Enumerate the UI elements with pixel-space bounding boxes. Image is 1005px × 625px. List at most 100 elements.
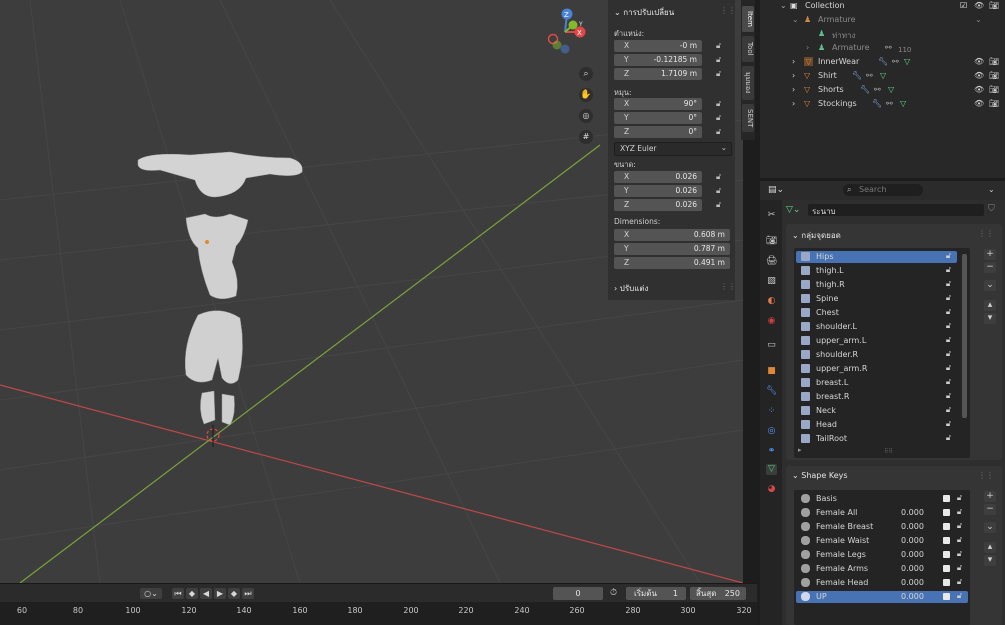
play-icon[interactable]: ▶ <box>214 588 226 599</box>
list-item[interactable]: UP 0.000 🔓︎ <box>796 591 968 603</box>
drag-handle-icon[interactable]: ⋮⋮ <box>978 471 994 480</box>
list-item[interactable]: upper_arm.R 🔓︎ <box>796 363 957 375</box>
list-scrollbar[interactable] <box>962 254 967 418</box>
list-item[interactable]: shoulder.R 🔓︎ <box>796 349 957 361</box>
list-item[interactable]: Spine 🔓︎ <box>796 293 957 305</box>
specials-dropdown[interactable]: ⌄ <box>984 280 996 291</box>
physics-tab-icon[interactable]: ◎ <box>766 426 777 437</box>
collection-tab-icon[interactable]: ▭ <box>766 340 777 351</box>
list-item[interactable]: Female Arms 0.000 🔓︎ <box>796 563 968 575</box>
move-down-button[interactable]: ▾ <box>984 555 996 566</box>
list-item[interactable]: Female Waist 0.000 🔓︎ <box>796 535 968 547</box>
list-item[interactable]: shoulder.L 🔓︎ <box>796 321 957 333</box>
custom-properties-section-header[interactable]: › ปรับแต่ง <box>614 282 648 295</box>
rotation-z-field[interactable]: Z 0° <box>614 126 702 138</box>
outliner-row[interactable]: ⌄ ♟ Armature ⌄ <box>760 14 1005 27</box>
list-item[interactable]: Female All 0.000 🔓︎ <box>796 507 968 519</box>
current-frame-field[interactable]: 0 <box>553 587 603 600</box>
list-item[interactable]: upper_arm.L 🔓︎ <box>796 335 957 347</box>
move-up-button[interactable]: ▴ <box>984 300 996 311</box>
list-item[interactable]: Chest 🔓︎ <box>796 307 957 319</box>
lock-icon[interactable]: 🔓︎ <box>716 113 724 122</box>
world-tab-icon[interactable]: ◉ <box>766 316 777 327</box>
modifier-tab-icon[interactable]: 🔧︎ <box>766 386 777 397</box>
scale-y-field[interactable]: Y 0.026 <box>614 185 702 197</box>
lock-icon[interactable]: 🔓︎ <box>716 69 724 78</box>
add-button[interactable]: + <box>984 249 996 260</box>
output-tab-icon[interactable]: 🖨︎ <box>766 256 777 267</box>
list-item[interactable]: Female Breast 0.000 🔓︎ <box>796 521 968 533</box>
list-item[interactable]: thigh.L 🔓︎ <box>796 265 957 277</box>
mesh-name-field[interactable]: ระนาบ <box>808 204 984 216</box>
dimensions-x-field[interactable]: X 0.608 m <box>614 229 730 241</box>
tab-sent[interactable]: SENT <box>742 104 754 132</box>
lock-icon[interactable]: 🔓︎ <box>716 99 724 108</box>
lock-icon[interactable]: 🔓︎ <box>716 41 724 50</box>
navigation-gizmo[interactable]: Z X Y <box>535 5 595 65</box>
lock-icon[interactable]: 🔓︎ <box>716 186 724 195</box>
next-keyframe-icon[interactable]: ◆ <box>228 588 240 599</box>
dimensions-y-field[interactable]: Y 0.787 m <box>614 243 730 255</box>
tab-view[interactable]: มุมมอง <box>742 66 754 100</box>
outliner-row[interactable]: › ▽ Stockings 🔧︎ ⚯ ▽ 👁︎ 📷︎ <box>760 98 1005 111</box>
dimensions-z-field[interactable]: Z 0.491 m <box>614 257 730 269</box>
lock-icon[interactable]: 🔓︎ <box>716 127 724 136</box>
pan-hand-icon[interactable]: ✋ <box>579 88 593 102</box>
scale-z-field[interactable]: Z 0.026 <box>614 199 702 211</box>
timeline-ruler[interactable]: 60 80 100 120 140 160 180 200 220 240 26… <box>0 602 757 625</box>
data-tab-icon[interactable]: ▽ <box>766 464 777 475</box>
remove-button[interactable]: − <box>984 262 996 273</box>
lock-icon[interactable]: 🔓︎ <box>716 200 724 209</box>
move-up-button[interactable]: ▴ <box>984 542 996 553</box>
rotation-y-field[interactable]: Y 0° <box>614 112 702 124</box>
list-item[interactable]: Head 🔓︎ <box>796 419 957 431</box>
outliner-row[interactable]: › ▽ Shorts 🔧︎ ⚯ ▽ 👁︎ 📷︎ <box>760 84 1005 97</box>
tool-tab-icon[interactable]: ✂ <box>766 210 777 221</box>
grid-perspective-icon[interactable]: # <box>579 130 593 144</box>
move-down-button[interactable]: ▾ <box>984 313 996 324</box>
list-item[interactable]: Female Head 0.000 🔓︎ <box>796 577 968 589</box>
specials-dropdown[interactable]: ⌄ <box>984 522 996 533</box>
drag-handle-icon[interactable]: ⋮⋮ <box>720 282 736 291</box>
list-item[interactable]: Hips 🔓︎ <box>796 251 957 263</box>
jump-end-icon[interactable]: ⏭ <box>242 588 254 599</box>
object-tab-icon[interactable]: ■ <box>766 366 777 377</box>
shape-keys-header[interactable]: ⌄ Shape Keys <box>792 471 848 480</box>
end-frame-field[interactable]: สิ้นสุด 250 <box>690 587 746 600</box>
outliner-row[interactable]: ♟ ท่าทาง <box>760 28 1005 41</box>
camera-icon[interactable]: ◎ <box>579 109 593 123</box>
editor-type-icon[interactable]: ▤⌄ <box>768 185 784 195</box>
scale-x-field[interactable]: X 0.026 <box>614 171 702 183</box>
outliner-row[interactable]: › ▽ InnerWear 🔧︎ ⚯ ▽ 👁︎ 📷︎ <box>760 56 1005 69</box>
tab-item[interactable]: Item <box>742 6 754 32</box>
view-layer-tab-icon[interactable]: ▧ <box>766 276 777 287</box>
jump-start-icon[interactable]: ⏮ <box>172 588 184 599</box>
list-item[interactable]: thigh.R 🔓︎ <box>796 279 957 291</box>
location-x-field[interactable]: X -0 m <box>614 40 702 52</box>
tab-tool[interactable]: Tool <box>742 36 754 62</box>
play-reverse-icon[interactable]: ◀ <box>200 588 212 599</box>
lock-icon[interactable]: 🔓︎ <box>716 55 724 64</box>
remove-button[interactable]: − <box>984 504 996 515</box>
lock-icon[interactable]: 🔓︎ <box>716 172 724 181</box>
location-z-field[interactable]: Z 1.7109 m <box>614 68 702 80</box>
vertex-groups-header[interactable]: ⌄ กลุ่มจุดยอด <box>792 229 841 242</box>
prev-keyframe-icon[interactable]: ◆ <box>186 588 198 599</box>
start-frame-field[interactable]: เริ่มต้น 1 <box>626 587 686 600</box>
zoom-icon[interactable]: ⌕ <box>579 67 593 81</box>
options-dropdown[interactable]: ⌄ <box>988 185 995 194</box>
filter-toggle-icon[interactable]: ▸ <box>798 446 802 454</box>
list-item[interactable]: Female Legs 0.000 🔓︎ <box>796 549 968 561</box>
outliner-row[interactable]: › ▽ Shirt 🔧︎ ⚯ ▽ 👁︎ 📷︎ <box>760 70 1005 83</box>
list-item[interactable]: Neck 🔓︎ <box>796 405 957 417</box>
scene-tab-icon[interactable]: ◐ <box>766 296 777 307</box>
render-tab-icon[interactable]: 📷︎ <box>766 236 777 247</box>
drag-handle-icon[interactable]: ⋮⋮ <box>978 229 994 238</box>
resize-handle-icon[interactable]: ⠿⠿ <box>884 448 893 455</box>
outliner-row[interactable]: › ♟ Armature ⚯ 110 <box>760 42 1005 55</box>
search-input[interactable]: ⌕ Search <box>843 184 923 196</box>
rotation-x-field[interactable]: X 90° <box>614 98 702 110</box>
material-tab-icon[interactable]: ◕ <box>766 484 777 495</box>
list-item[interactable]: breast.R 🔓︎ <box>796 391 957 403</box>
fake-user-shield-icon[interactable]: ⛉ <box>988 204 995 214</box>
